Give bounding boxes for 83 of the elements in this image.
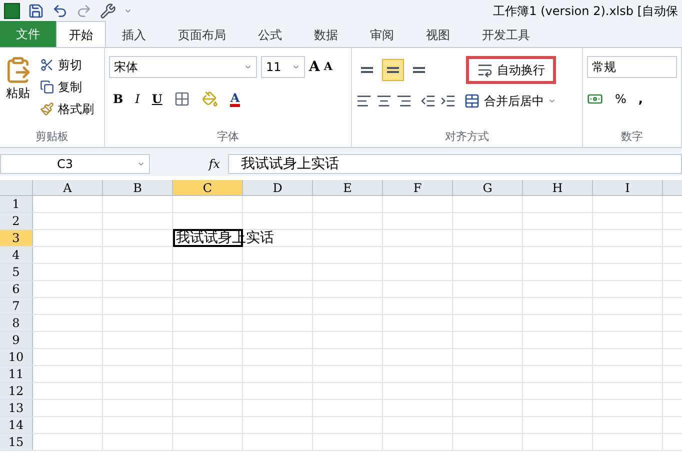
ribbon-tab[interactable]: 审阅 [354, 23, 410, 47]
column-header[interactable]: H [523, 180, 593, 195]
align-center-icon[interactable] [376, 93, 392, 109]
vertical-align-button[interactable] [382, 59, 404, 81]
group-label: 字体 [217, 128, 239, 145]
number-format-dropdown[interactable]: 常规 [587, 56, 677, 78]
indent-increase-icon[interactable] [440, 93, 456, 109]
row-header[interactable]: 12 [0, 383, 33, 399]
row-header[interactable]: 7 [0, 298, 33, 314]
name-box[interactable]: C3 [0, 154, 150, 174]
scissors-icon [40, 58, 54, 72]
name-box-value: C3 [57, 156, 74, 173]
font-size: 11 [266, 59, 282, 76]
column-header[interactable]: F [383, 180, 453, 195]
paste-button[interactable]: 粘贴 [4, 56, 32, 118]
row-header[interactable]: 14 [0, 417, 33, 433]
wrap-text-icon [477, 62, 493, 78]
column-header[interactable]: D [243, 180, 313, 195]
number-format: 常规 [592, 59, 616, 76]
column-header[interactable]: A [33, 180, 103, 195]
font-name: 宋体 [114, 59, 138, 76]
row-header[interactable]: 1 [0, 196, 33, 212]
column-header[interactable]: E [313, 180, 383, 195]
ribbon-tab[interactable]: 插入 [106, 23, 162, 47]
borders-icon[interactable] [174, 91, 190, 107]
ribbon-tab[interactable]: 视图 [410, 23, 466, 47]
row-header[interactable]: 5 [0, 264, 33, 280]
tools-icon[interactable] [100, 3, 116, 19]
italic-button[interactable]: I [135, 90, 140, 108]
merge-center-button[interactable]: 合并后居中 [464, 92, 556, 110]
indent-decrease-icon[interactable] [420, 93, 436, 109]
window-title: 工作簿1 (version 2).xlsb [自动保 [493, 3, 678, 20]
bold-button[interactable]: B [113, 90, 124, 108]
formula-input[interactable]: 我试试身上实话 [228, 154, 682, 174]
row-header[interactable]: 10 [0, 349, 33, 365]
column-header[interactable]: G [453, 180, 523, 195]
undo-icon[interactable] [52, 3, 68, 19]
row-header[interactable]: 6 [0, 281, 33, 297]
column-header[interactable]: C [173, 180, 243, 195]
ribbon-tab[interactable]: 页面布局 [162, 23, 242, 47]
font-size-dropdown[interactable]: 11 [261, 56, 305, 78]
row-header[interactable]: 9 [0, 332, 33, 348]
merge-cells-icon [464, 93, 480, 109]
row-header[interactable]: 13 [0, 400, 33, 416]
row-header[interactable]: 15 [0, 434, 33, 450]
row-header[interactable]: 11 [0, 366, 33, 382]
comma-button[interactable]: , [638, 90, 643, 108]
caret-icon [244, 63, 252, 71]
grow-font-button[interactable]: A [309, 56, 320, 78]
caret-icon [292, 63, 300, 71]
paintbrush-icon [40, 102, 54, 116]
shrink-font-button[interactable]: A [324, 58, 332, 76]
font-name-dropdown[interactable]: 宋体 [109, 56, 257, 78]
ribbon-tab[interactable]: 开始 [56, 21, 106, 47]
group-label: 剪贴板 [36, 128, 68, 145]
copy-button[interactable]: 复制 [40, 78, 94, 96]
percent-button[interactable]: % [615, 90, 626, 108]
align-right-icon[interactable] [396, 93, 412, 109]
ribbon-tab[interactable]: 开发工具 [466, 23, 546, 47]
cut-button[interactable]: 剪切 [40, 56, 94, 74]
column-header[interactable]: I [593, 180, 663, 195]
caret-icon [137, 160, 145, 168]
excel-logo-icon [4, 3, 20, 19]
underline-button[interactable]: U [152, 90, 162, 108]
ribbon-tab[interactable]: 数据 [298, 23, 354, 47]
row-header[interactable]: 3 [0, 230, 33, 246]
row-header[interactable]: 8 [0, 315, 33, 331]
insert-function-label[interactable]: fx [208, 155, 220, 173]
caret-icon [124, 7, 132, 15]
row-header[interactable]: 2 [0, 213, 33, 229]
ribbon-tab[interactable]: 公式 [242, 23, 298, 47]
align-left-icon[interactable] [356, 93, 372, 109]
fill-color-icon[interactable] [202, 91, 218, 107]
font-color-button[interactable]: A [230, 92, 240, 106]
copy-icon [40, 80, 54, 94]
wrap-text-button[interactable]: 自动换行 [466, 56, 556, 84]
save-icon[interactable] [28, 3, 44, 19]
caret-icon [548, 97, 556, 105]
row-header[interactable]: 4 [0, 247, 33, 263]
group-label: 数字 [621, 128, 643, 145]
group-label: 对齐方式 [445, 128, 489, 145]
format-painter-button[interactable]: 格式刷 [40, 100, 94, 118]
file-tab[interactable]: 文件 [0, 21, 56, 47]
